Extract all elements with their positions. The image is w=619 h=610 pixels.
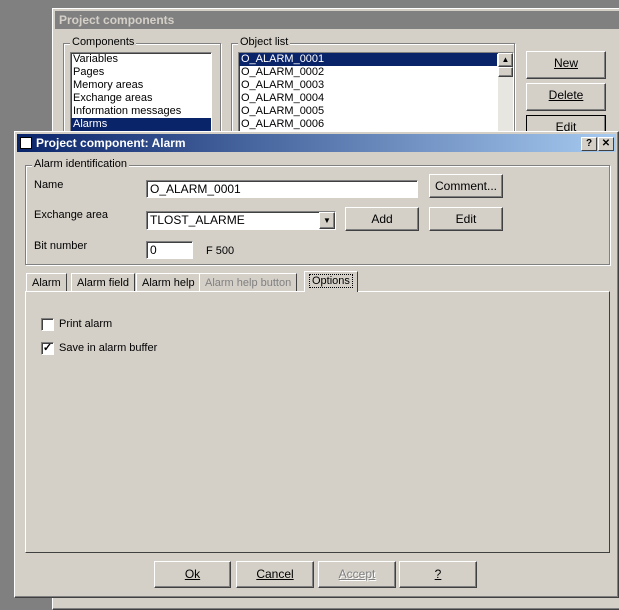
- name-label: Name: [34, 179, 64, 191]
- edit-exchange-button[interactable]: Edit: [429, 207, 503, 231]
- exchange-area-label: Exchange area: [34, 209, 108, 221]
- list-item[interactable]: O_ALARM_0001: [239, 53, 497, 66]
- name-value: O_ALARM_0001: [150, 182, 241, 196]
- delete-button-label: Delete: [548, 88, 584, 102]
- new-button[interactable]: New: [526, 51, 606, 79]
- alarm-identification-group: Alarm identification Name O_ALARM_0001 C…: [25, 158, 610, 265]
- tab-alarm-field-label: Alarm field: [77, 277, 129, 289]
- help-button-label: ?: [434, 567, 442, 581]
- project-components-titlebar: Project components: [55, 11, 619, 29]
- components-label: Components: [70, 36, 137, 48]
- save-buffer-label: Save in alarm buffer: [59, 342, 158, 354]
- alarm-dialog-title: Project component: Alarm: [36, 136, 186, 150]
- print-alarm-label: Print alarm: [59, 318, 113, 330]
- exchange-area-select[interactable]: TLOST_ALARME ▼: [146, 211, 336, 230]
- delete-button[interactable]: Delete: [526, 83, 606, 111]
- bit-number-label: Bit number: [34, 240, 88, 252]
- tab-options[interactable]: Options: [304, 271, 358, 292]
- list-item[interactable]: Variables: [71, 53, 211, 66]
- tab-alarm[interactable]: Alarm: [26, 273, 67, 292]
- alarm-identification-label: Alarm identification: [32, 158, 129, 170]
- cancel-button-label: Cancel: [256, 567, 294, 581]
- tab-alarm-help-button-label: Alarm help button: [205, 277, 292, 289]
- ok-button-label: Ok: [184, 567, 201, 581]
- exchange-area-value: TLOST_ALARME: [150, 213, 245, 227]
- tab-alarm-help[interactable]: Alarm help: [136, 273, 201, 292]
- add-button-label: Add: [371, 212, 393, 226]
- list-item[interactable]: O_ALARM_0005: [239, 105, 497, 118]
- tab-alarm-help-button[interactable]: Alarm help button: [199, 273, 298, 292]
- list-item[interactable]: Pages: [71, 66, 211, 79]
- object-list-label: Object list: [238, 36, 291, 48]
- list-item[interactable]: Memory areas: [71, 79, 211, 92]
- tab-alarm-label: Alarm: [32, 277, 61, 289]
- bit-number-value: 0: [150, 243, 157, 257]
- project-components-title: Project components: [59, 13, 175, 27]
- alarm-dialog: Project component: Alarm ? ✕ Alarm ident…: [14, 131, 619, 598]
- options-tab-page: Print alarm ✓ Save in alarm buffer: [25, 291, 610, 553]
- list-item[interactable]: O_ALARM_0002: [239, 66, 497, 79]
- tab-options-label: Options: [309, 274, 353, 288]
- scroll-thumb[interactable]: [498, 67, 513, 77]
- comment-button-label: Comment...: [434, 179, 497, 193]
- save-buffer-checkbox[interactable]: ✓: [41, 342, 54, 355]
- cancel-button[interactable]: Cancel: [236, 561, 314, 588]
- chevron-down-icon[interactable]: ▼: [319, 212, 335, 229]
- add-button[interactable]: Add: [345, 207, 419, 231]
- list-item[interactable]: O_ALARM_0006: [239, 118, 497, 131]
- comment-button[interactable]: Comment...: [429, 174, 503, 198]
- new-button-label: New: [553, 56, 578, 70]
- list-item[interactable]: O_ALARM_0003: [239, 79, 497, 92]
- accept-button[interactable]: Accept: [318, 561, 396, 588]
- window-icon: [20, 137, 32, 149]
- name-field[interactable]: O_ALARM_0001: [146, 180, 418, 198]
- list-item[interactable]: Information messages: [71, 105, 211, 118]
- print-alarm-checkbox[interactable]: [41, 318, 54, 331]
- close-icon[interactable]: ✕: [598, 137, 614, 151]
- list-item[interactable]: Exchange areas: [71, 92, 211, 105]
- alarm-dialog-titlebar: Project component: Alarm ? ✕: [17, 134, 616, 152]
- accept-button-label: Accept: [338, 567, 376, 581]
- help-button[interactable]: ?: [399, 561, 477, 588]
- scroll-up-icon[interactable]: ▲: [498, 53, 513, 67]
- bit-number-suffix: F 500: [206, 245, 235, 257]
- edit-exchange-button-label: Edit: [455, 212, 477, 226]
- help-icon[interactable]: ?: [581, 137, 597, 151]
- ok-button[interactable]: Ok: [154, 561, 231, 588]
- list-item[interactable]: O_ALARM_0004: [239, 92, 497, 105]
- list-item[interactable]: Alarms: [71, 118, 211, 131]
- tab-alarm-help-label: Alarm help: [142, 277, 195, 289]
- tab-alarm-field[interactable]: Alarm field: [71, 273, 135, 292]
- bit-number-field[interactable]: 0: [146, 241, 193, 259]
